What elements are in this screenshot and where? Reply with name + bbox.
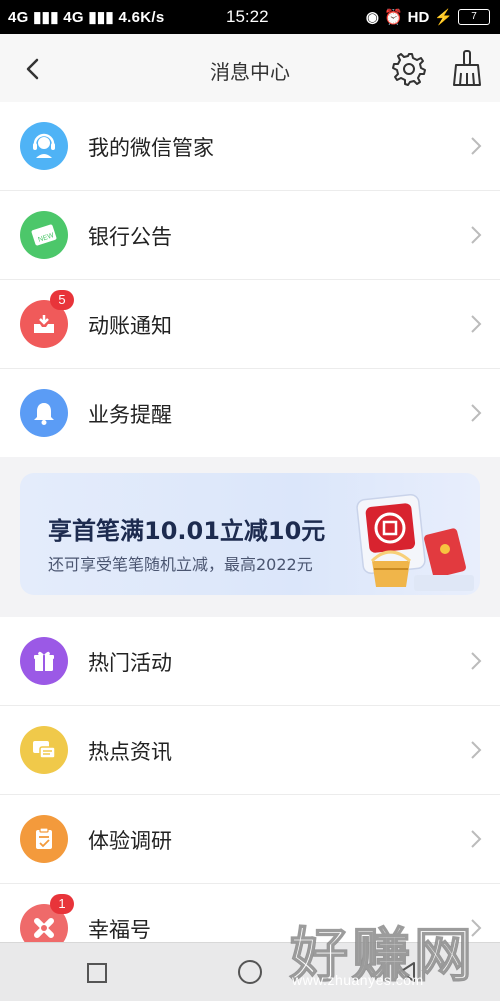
gear-icon[interactable] <box>390 50 428 88</box>
network-label-2: 4G <box>63 9 84 26</box>
list-item-label: 动账通知 <box>88 314 172 338</box>
broom-icon[interactable] <box>448 48 486 88</box>
headset-icon <box>20 122 68 170</box>
clipboard-icon <box>20 815 68 863</box>
list-item-hot-activities[interactable]: 热门活动 <box>0 617 500 706</box>
recents-square-icon[interactable] <box>86 962 108 984</box>
chevron-right-icon <box>471 652 482 670</box>
bank-card-illustration <box>356 494 474 591</box>
message-list-top: 我的微信管家 NEW 银行公告 5 动账通知 业务提醒 <box>0 102 500 457</box>
status-left: 4G ▮▮▮ 4G ▮▮▮ 4.6K/s <box>8 8 164 26</box>
list-item-account-notice[interactable]: 5 动账通知 <box>0 280 500 369</box>
home-circle-icon[interactable] <box>237 959 263 985</box>
charging-icon: ⚡ <box>434 9 453 26</box>
alarm-icon: ⏰ <box>383 9 403 26</box>
chevron-right-icon <box>471 741 482 759</box>
chevron-right-icon <box>471 404 482 422</box>
status-bar: 4G ▮▮▮ 4G ▮▮▮ 4.6K/s 15:22 ◉ ⏰ HD ⚡ 7 <box>0 0 500 34</box>
banner-title: 享首笔满10.01立减10元 <box>48 517 326 545</box>
signal-icon: ▮▮▮ <box>33 9 59 26</box>
clock: 15:22 <box>226 7 269 26</box>
list-item-label: 业务提醒 <box>88 403 172 427</box>
chevron-right-icon <box>471 315 482 333</box>
list-item-business-reminder[interactable]: 业务提醒 <box>0 369 500 457</box>
network-speed: 4.6K/s <box>118 9 165 26</box>
list-item-label: 体验调研 <box>88 829 172 853</box>
list-item-hot-news[interactable]: 热点资讯 <box>0 706 500 795</box>
battery-icon: 7 <box>458 9 490 25</box>
hd-label: HD <box>407 8 430 26</box>
new-tag-icon: NEW <box>20 211 68 259</box>
list-item-survey[interactable]: 体验调研 <box>0 795 500 884</box>
status-right: ◉ ⏰ HD ⚡ 7 <box>366 8 490 26</box>
message-list-bottom: 热门活动 热点资讯 体验调研 1 幸福号 <box>0 617 500 972</box>
chevron-right-icon <box>471 919 482 937</box>
top-bar: 消息中心 <box>0 34 500 102</box>
list-item-label: 热点资讯 <box>88 740 172 764</box>
list-item-label: 幸福号 <box>88 918 151 942</box>
gift-icon <box>20 637 68 685</box>
chevron-right-icon <box>471 226 482 244</box>
location-icon: ◉ <box>365 9 379 26</box>
banner-subtitle: 还可享受笔笔随机立减，最高2022元 <box>48 555 313 574</box>
network-label: 4G <box>8 9 29 26</box>
chat-icon <box>20 726 68 774</box>
unread-badge: 1 <box>50 894 74 914</box>
back-triangle-icon[interactable] <box>396 961 418 983</box>
unread-badge: 5 <box>50 290 74 310</box>
list-item-bank-notice[interactable]: NEW 银行公告 <box>0 191 500 280</box>
bell-icon <box>20 389 68 437</box>
list-item-wechat-butler[interactable]: 我的微信管家 <box>0 102 500 191</box>
list-item-label: 热门活动 <box>88 651 172 675</box>
chevron-right-icon <box>471 830 482 848</box>
list-item-label: 我的微信管家 <box>88 136 214 160</box>
system-nav-bar <box>0 942 500 1001</box>
promo-banner[interactable]: 享首笔满10.01立减10元 还可享受笔笔随机立减，最高2022元 <box>20 473 480 595</box>
list-item-label: 银行公告 <box>88 225 172 249</box>
chevron-right-icon <box>471 137 482 155</box>
signal-icon-2: ▮▮▮ <box>88 9 114 26</box>
